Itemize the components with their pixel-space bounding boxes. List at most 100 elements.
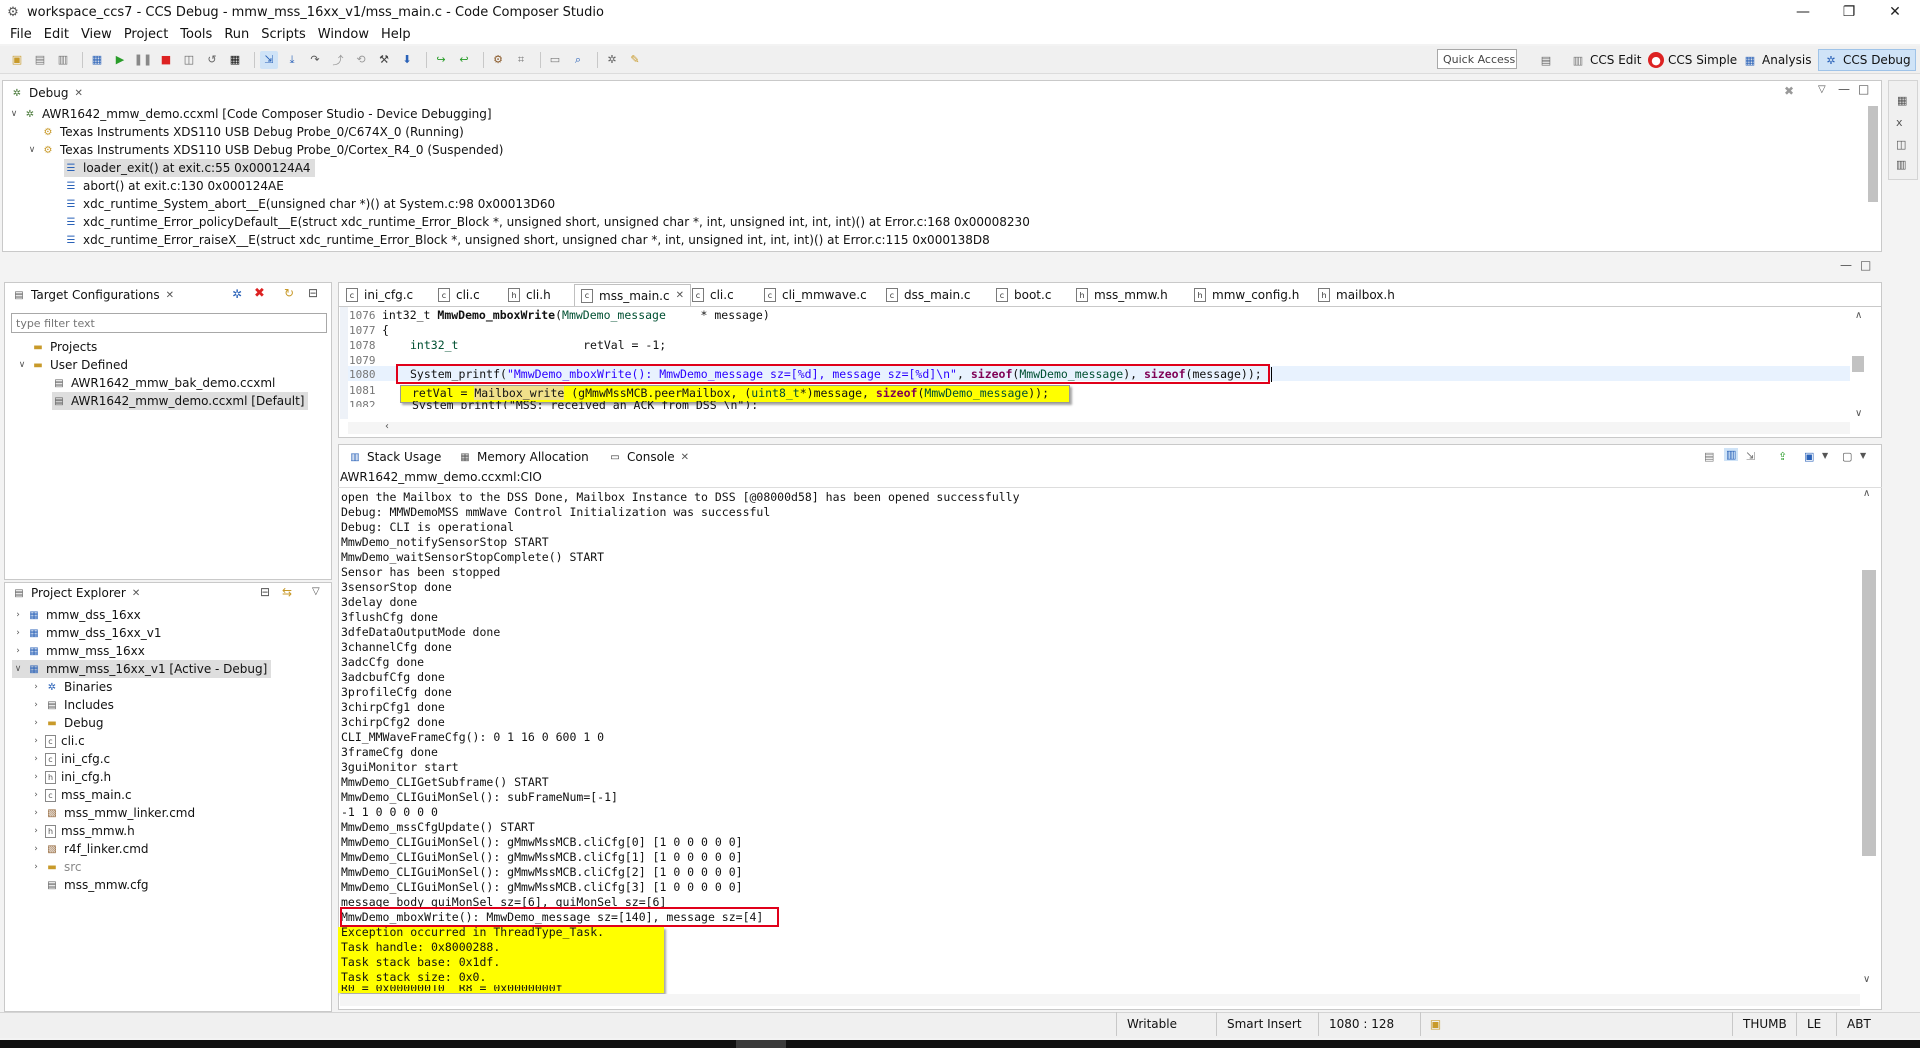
tab-project-explorer[interactable]: ▤ Project Explorer ✕ [6, 582, 146, 604]
close-icon[interactable]: ✕ [166, 290, 174, 301]
registers-icon[interactable]: ◫ [1896, 138, 1906, 151]
display-console-icon[interactable]: ▣ [1804, 450, 1814, 463]
link-editor-icon[interactable]: ⇆ [282, 585, 292, 599]
tree-item-user-defined[interactable]: ∨ ▬ User Defined [16, 356, 128, 374]
editor-tab[interactable]: c cli.c [432, 284, 486, 306]
menu-tools[interactable]: Tools [174, 27, 218, 42]
expand-icon[interactable]: › [12, 628, 24, 638]
editor-hscrollbar[interactable] [348, 422, 1850, 434]
tab-memory-allocation[interactable]: ▦ Memory Allocation [452, 446, 595, 468]
collapse-icon[interactable]: ∨ [16, 360, 28, 370]
editor-tab-active[interactable]: c mss_main.c ✕ [574, 284, 691, 306]
editor-tab[interactable]: c boot.c [990, 284, 1057, 306]
variables-icon[interactable]: ▦ [1897, 94, 1907, 107]
tree-item-projects[interactable]: ▬ Projects [16, 338, 97, 356]
scroll-left-icon[interactable]: ‹ [385, 421, 389, 432]
maximize-view-icon[interactable]: □ [1858, 82, 1869, 96]
instruction-step-icon[interactable]: ⇲ [260, 50, 278, 69]
scroll-lock-icon[interactable]: ▥ [1724, 448, 1739, 461]
project-child-item[interactable]: › h mss_mmw.h [30, 822, 135, 840]
breakpoints-icon[interactable]: ▥ [1896, 158, 1906, 171]
stack-frame-item[interactable]: ☰ xdc_runtime_System_abort__E(unsigned ch… [64, 195, 556, 213]
console-hscrollbar[interactable] [340, 994, 1860, 1006]
menu-window[interactable]: Window [312, 27, 375, 42]
project-child-item[interactable]: › ▬ Debug [30, 714, 103, 732]
expand-icon[interactable]: › [30, 736, 42, 746]
open-perspective-button[interactable]: ▤ [1534, 49, 1562, 71]
project-item[interactable]: › ▦ mmw_mss_16xx [12, 642, 145, 660]
expand-icon[interactable]: › [12, 610, 24, 620]
perspective-ccs-simple[interactable]: ● CCS Simple [1644, 49, 1741, 71]
stack-frame-item[interactable]: ☰ xdc_runtime_Error_raiseX__E(struct xdc_… [64, 231, 990, 249]
collapse-icon[interactable]: ∨ [12, 664, 24, 674]
editor-vscroll-thumb[interactable] [1852, 356, 1864, 372]
save-all-icon[interactable]: ▥ [54, 51, 72, 69]
close-button[interactable]: ✕ [1872, 0, 1918, 24]
expand-icon[interactable]: › [30, 844, 42, 854]
maximize-editor-icon[interactable]: □ [1860, 258, 1871, 272]
view-menu-icon[interactable]: ▽ [312, 586, 320, 597]
stack-frame-item[interactable]: ☰ abort() at exit.c:130 0x000124AE [64, 177, 284, 195]
stack-frame-item[interactable]: ☰ xdc_runtime_Error_policyDefault__E(stru… [64, 213, 1030, 231]
scroll-down-icon[interactable]: ∨ [1863, 974, 1870, 985]
scroll-down-icon[interactable]: ∨ [1855, 408, 1862, 419]
tab-target-configurations[interactable]: ▤ Target Configurations ✕ [6, 284, 180, 306]
project-item[interactable]: › ▦ mmw_dss_16xx [12, 606, 141, 624]
editor-tab[interactable]: h mailbox.h [1312, 284, 1401, 306]
close-icon[interactable]: ✕ [681, 452, 689, 463]
debug-scrollbar[interactable] [1868, 106, 1878, 202]
editor-tab[interactable]: h mss_mmw.h [1070, 284, 1174, 306]
tree-item-ccxml[interactable]: ▤ AWR1642_mmw_bak_demo.ccxml [52, 374, 275, 392]
chevron-down-icon[interactable]: ▼ [1860, 451, 1866, 460]
code-line[interactable]: { [382, 323, 389, 337]
perspective-ccs-edit[interactable]: ▥ CCS Edit [1566, 49, 1645, 71]
refresh-icon[interactable]: ↻ [284, 286, 294, 300]
tools-icon[interactable]: ⚙ [489, 51, 507, 69]
collapse-all-icon[interactable]: ⊟ [308, 286, 318, 300]
resume-icon[interactable]: ▶ [111, 51, 129, 69]
pin-console-icon[interactable]: ⇪ [1778, 450, 1787, 463]
debug-tree-item[interactable]: ∨ ✲ AWR1642_mmw_demo.ccxml [Code Composer … [8, 105, 492, 123]
code-line[interactable]: int32_t retVal = -1; [410, 338, 666, 352]
minimize-view-icon[interactable]: — [1838, 82, 1850, 96]
menu-run[interactable]: Run [218, 27, 255, 42]
connect-icon[interactable]: ▦ [88, 51, 106, 69]
load-icon[interactable]: ⬇ [398, 51, 416, 69]
save-icon[interactable]: ▤ [31, 51, 49, 69]
expand-icon[interactable]: › [30, 754, 42, 764]
step-over-icon[interactable]: ↷ [306, 51, 324, 69]
delete-icon[interactable]: ✖ [254, 286, 265, 301]
project-child-item[interactable]: › ▬ src [30, 858, 81, 876]
open-console-icon[interactable]: ▢ [1842, 450, 1852, 463]
tab-debug[interactable]: ✲ Debug ✕ [4, 82, 89, 104]
reset-icon[interactable]: ↺ [203, 51, 221, 69]
expand-icon[interactable]: › [30, 772, 42, 782]
step-into-icon[interactable]: ⤓ [283, 51, 301, 69]
code-line[interactable]: int32_t MmwDemo_mboxWrite(MmwDemo_messag… [382, 308, 770, 322]
menu-file[interactable]: File [4, 27, 38, 42]
expressions-icon[interactable]: x [1896, 116, 1903, 129]
step-return-icon[interactable]: ⤴ [329, 51, 347, 69]
tab-stack-usage[interactable]: ▥ Stack Usage [342, 446, 447, 468]
minimize-button[interactable]: — [1780, 0, 1826, 24]
step-icon[interactable]: ↪ [432, 51, 450, 69]
project-child-item[interactable]: › ▧ mss_mmw_linker.cmd [30, 804, 195, 822]
word-wrap-icon[interactable]: ⇲ [1746, 450, 1755, 463]
debug-tree-item[interactable]: ⚙ Texas Instruments XDS110 USB Debug Prob… [26, 123, 464, 141]
tree-item-ccxml-default[interactable]: ▤ AWR1642_mmw_demo.ccxml [Default] [52, 392, 309, 410]
chevron-down-icon[interactable]: ▼ [1822, 451, 1828, 460]
perspective-analysis[interactable]: ▦ Analysis [1738, 49, 1815, 71]
expand-icon[interactable]: › [30, 718, 42, 728]
menu-view[interactable]: View [75, 27, 118, 42]
status-insert-mode[interactable]: Smart Insert [1216, 1012, 1316, 1036]
editor-tab[interactable]: c cli_mmwave.c [758, 284, 873, 306]
menu-edit[interactable]: Edit [38, 27, 75, 42]
profile-icon[interactable]: ⌗ [512, 51, 530, 69]
editor-tab[interactable]: c dss_main.c [880, 284, 977, 306]
project-item[interactable]: › ▦ mmw_dss_16xx_v1 [12, 624, 161, 642]
project-child-item[interactable]: › c cli.c [30, 732, 85, 750]
code-line[interactable]: System_printf("MSS: received an ACK from… [412, 401, 758, 409]
minimize-editor-icon[interactable]: — [1840, 258, 1852, 272]
project-child-item[interactable]: › h ini_cfg.h [30, 768, 111, 786]
editor-tab[interactable]: c cli.c [686, 284, 740, 306]
